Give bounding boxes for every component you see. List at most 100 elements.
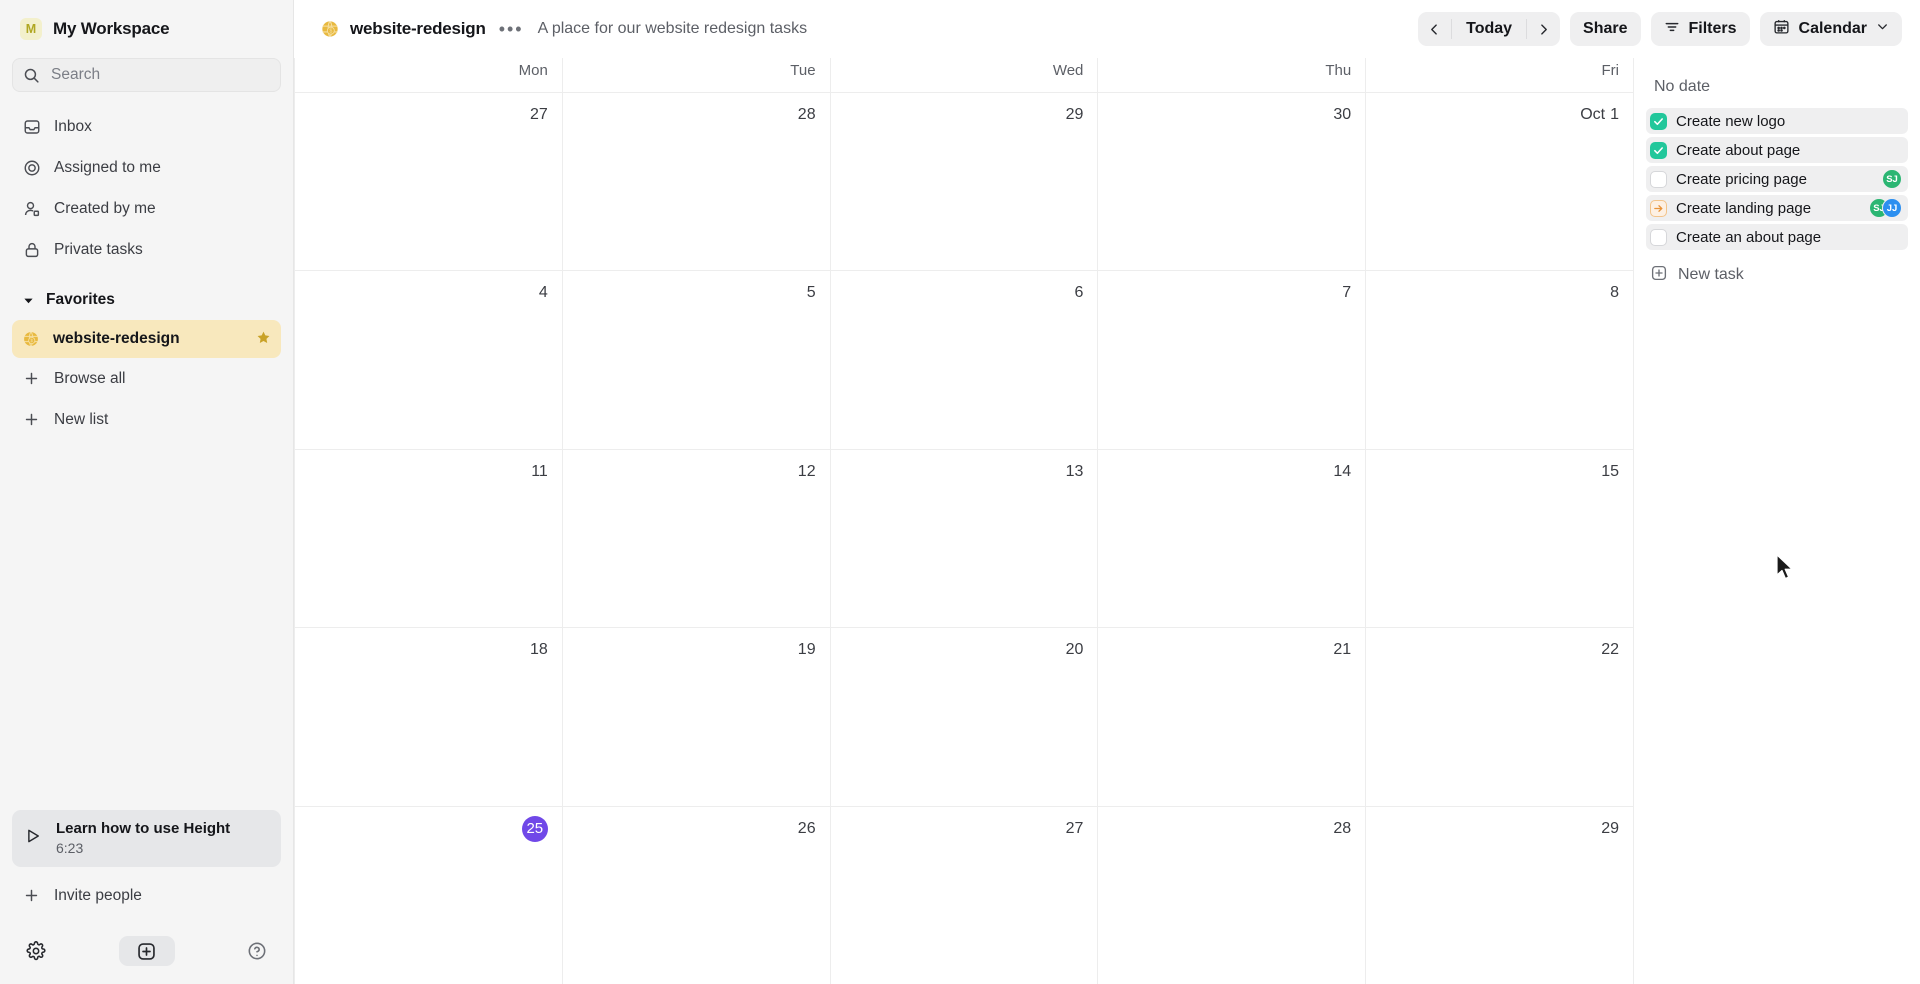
day-number: 19 (793, 637, 816, 663)
gear-icon[interactable] (26, 941, 46, 961)
calendar-day-cell[interactable]: 18 (294, 628, 563, 806)
day-number: 8 (1605, 280, 1619, 306)
workspace-switcher[interactable]: M My Workspace (12, 0, 281, 58)
browse-all-button[interactable]: Browse all (12, 358, 281, 399)
day-value: 15 (1601, 462, 1619, 480)
user-icon (22, 199, 41, 218)
calendar-day-cell[interactable]: 27 (294, 93, 563, 271)
add-button[interactable] (118, 936, 175, 966)
checkbox-unchecked-icon[interactable] (1650, 170, 1667, 188)
calendar-day-cell[interactable]: 8 (1366, 271, 1634, 449)
next-period-button[interactable] (1527, 12, 1560, 46)
new-task-button[interactable]: New task (1646, 258, 1908, 292)
day-number: 30 (1328, 102, 1351, 128)
learn-card-duration: 6:23 (56, 840, 84, 856)
sidebar-item-created-by-me[interactable]: Created by me (12, 188, 281, 229)
day-number: 29 (1061, 102, 1084, 128)
view-switcher-button[interactable]: Calendar (1759, 12, 1902, 46)
browse-all-label: Browse all (54, 369, 126, 387)
calendar-day-cell[interactable]: 15 (1366, 449, 1634, 628)
calendar-day-cell[interactable]: 26 (563, 806, 831, 984)
calendar-day-cell[interactable]: 13 (831, 449, 1099, 628)
calendar-day-cell[interactable]: 6 (831, 271, 1099, 449)
checkbox-checked-icon[interactable] (1650, 112, 1667, 130)
calendar-day-cell[interactable]: 27 (831, 806, 1099, 984)
day-number: 15 (1596, 459, 1619, 485)
favorite-item-label: website-redesign (53, 330, 180, 347)
day-value: 21 (1333, 641, 1352, 659)
sidebar-item-label: Private tasks (54, 240, 143, 258)
task-row[interactable]: Create pricing page SJ (1646, 166, 1908, 192)
day-number: 28 (1328, 816, 1351, 842)
day-number: 29 (1596, 816, 1619, 842)
calendar-day-cell[interactable]: 12 (563, 449, 831, 628)
search-input[interactable] (51, 66, 270, 84)
checkbox-in-progress-icon[interactable] (1650, 199, 1667, 217)
sidebar-item-inbox[interactable]: Inbox (12, 106, 281, 147)
avatar[interactable]: JJ (1882, 198, 1902, 218)
day-value: 27 (530, 106, 548, 123)
calendar-day-cell[interactable]: Oct 1 (1366, 93, 1634, 271)
prev-period-button[interactable] (1418, 12, 1451, 46)
task-assignees: SJ JJ (1869, 198, 1902, 218)
calendar-day-cell[interactable]: 30 (1098, 93, 1367, 271)
today-button[interactable]: Today (1452, 12, 1526, 46)
page-description[interactable]: A place for our website redesign tasks (538, 20, 807, 38)
search-box[interactable] (12, 58, 281, 92)
invite-people-button[interactable]: Invite people (12, 875, 281, 916)
share-button[interactable]: Share (1570, 12, 1641, 46)
day-value: 14 (1333, 462, 1352, 480)
chevron-down-icon (1876, 20, 1889, 38)
calendar-day-cell[interactable]: 29 (1366, 806, 1634, 984)
day-value: 27 (1065, 819, 1084, 837)
calendar-day-cell[interactable]: 11 (294, 449, 563, 628)
task-row[interactable]: Create landing page SJ JJ (1646, 195, 1908, 221)
checkbox-unchecked-icon[interactable] (1650, 228, 1667, 246)
favorites-section-header[interactable]: Favorites (12, 280, 281, 320)
page-title[interactable]: website-redesign (350, 19, 486, 39)
lock-icon (22, 240, 41, 259)
calendar-week-row: 27 28 29 30 Oct 1 (294, 92, 1634, 271)
task-row[interactable]: Create new logo (1646, 108, 1908, 134)
sidebar-item-website-redesign[interactable]: $ website-redesign (12, 320, 281, 358)
task-assignees: SJ (1882, 169, 1902, 189)
calendar-day-cell[interactable]: 7 (1098, 271, 1367, 449)
more-options-button[interactable]: ••• (499, 20, 524, 38)
sidebar-item-private-tasks[interactable]: Private tasks (12, 229, 281, 270)
calendar-day-cell[interactable]: 28 (1098, 806, 1367, 984)
checkbox-checked-icon[interactable] (1650, 141, 1667, 159)
learn-how-to-use-height-card[interactable]: Learn how to use Height 6:23 (12, 809, 281, 867)
workspace-name: My Workspace (53, 19, 170, 38)
new-list-button[interactable]: New list (12, 399, 281, 440)
calendar-day-cell[interactable]: 21 (1098, 628, 1367, 806)
day-value: 26 (797, 819, 816, 837)
day-number: 18 (525, 637, 548, 663)
day-value: 28 (797, 106, 816, 123)
help-circle-icon[interactable] (247, 941, 267, 961)
weekday-header-tue: Tue (563, 58, 831, 92)
plus-square-icon (1650, 264, 1668, 287)
top-toolbar: $ website-redesign ••• A place for our w… (294, 0, 1920, 58)
calendar-day-cell[interactable]: 14 (1098, 449, 1367, 628)
calendar-day-cell[interactable]: 22 (1366, 628, 1634, 806)
day-value: 29 (1601, 819, 1619, 837)
calendar-day-cell[interactable]: 20 (831, 628, 1099, 806)
day-number: 26 (793, 816, 816, 842)
calendar-day-cell[interactable]: 5 (563, 271, 831, 449)
calendar-day-cell[interactable]: 29 (831, 93, 1099, 271)
filters-button[interactable]: Filters (1650, 12, 1750, 46)
calendar-day-cell[interactable]: 4 (294, 271, 563, 449)
avatar[interactable]: SJ (1882, 169, 1902, 189)
calendar-day-cell-today[interactable]: 25 (294, 806, 563, 984)
star-icon[interactable] (256, 330, 271, 349)
day-number: 11 (526, 459, 548, 485)
calendar-day-cell[interactable]: 28 (563, 93, 831, 271)
task-row[interactable]: Create an about page (1646, 224, 1908, 250)
calendar-day-cell[interactable]: 19 (563, 628, 831, 806)
app-root: M My Workspace Inbox Assigned to me (0, 0, 1920, 984)
date-navigation: Today (1418, 12, 1561, 46)
sidebar-item-assigned-to-me[interactable]: Assigned to me (12, 147, 281, 188)
task-name: Create new logo (1676, 112, 1786, 130)
task-row[interactable]: Create about page (1646, 137, 1908, 163)
target-icon (22, 158, 41, 177)
